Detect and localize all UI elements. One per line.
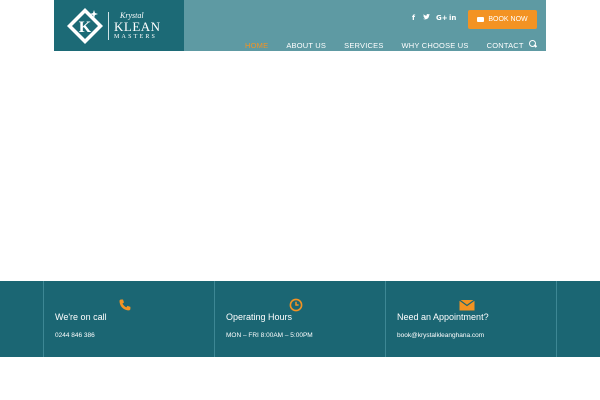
hours-value: MON – FRI 8:00AM – 5:00PM xyxy=(226,332,313,339)
phone-icon xyxy=(118,298,132,312)
phone-number[interactable]: 0244 846 386 xyxy=(55,332,95,339)
email-link[interactable]: book@krystalkleanghana.com xyxy=(397,332,484,339)
info-block-appointment: Need an Appointment? book@krystalkleangh… xyxy=(385,281,557,357)
facebook-icon[interactable]: f xyxy=(410,14,417,22)
logo-text-line2: KLEAN xyxy=(114,18,161,34)
info-title: We're on call xyxy=(55,312,107,322)
nav-item-about-us[interactable]: ABOUT US xyxy=(286,41,326,50)
info-band: We're on call 0244 846 386 Operating Hou… xyxy=(0,281,600,357)
logo[interactable]: K Krystal KLEAN MASTERS xyxy=(54,0,184,51)
svg-text:K: K xyxy=(79,19,92,36)
logo-text: Krystal KLEAN MASTERS xyxy=(114,11,161,40)
diamond-k-logo-icon: K xyxy=(66,7,104,45)
social-links: f G+ in xyxy=(410,14,456,22)
search-icon[interactable] xyxy=(529,40,537,48)
main-nav: HOME ABOUT US SERVICES WHY CHOOSE US CON… xyxy=(245,40,542,50)
book-now-label: BOOK NOW xyxy=(488,16,528,23)
envelope-icon xyxy=(459,298,475,312)
nav-item-home[interactable]: HOME xyxy=(245,41,268,50)
info-title: Operating Hours xyxy=(226,312,293,322)
info-block-call: We're on call 0244 846 386 xyxy=(43,281,214,357)
logo-text-line3: MASTERS xyxy=(114,33,158,40)
info-block-hours: Operating Hours MON – FRI 8:00AM – 5:00P… xyxy=(214,281,385,357)
folder-icon xyxy=(477,17,485,22)
page: K Krystal KLEAN MASTERS f G+ in BOOK NOW xyxy=(0,0,600,400)
book-now-button[interactable]: BOOK NOW xyxy=(468,10,537,29)
twitter-icon[interactable] xyxy=(423,14,430,22)
nav-item-services[interactable]: SERVICES xyxy=(344,41,383,50)
logo-divider xyxy=(108,11,109,40)
google-plus-icon[interactable]: G+ xyxy=(436,14,448,22)
info-title: Need an Appointment? xyxy=(397,312,489,322)
site-header: K Krystal KLEAN MASTERS f G+ in BOOK NOW xyxy=(54,0,546,51)
nav-item-contact[interactable]: CONTACT xyxy=(487,41,524,50)
nav-item-why-choose-us[interactable]: WHY CHOOSE US xyxy=(402,41,469,50)
clock-icon xyxy=(289,298,303,312)
linkedin-icon[interactable]: in xyxy=(449,14,456,22)
